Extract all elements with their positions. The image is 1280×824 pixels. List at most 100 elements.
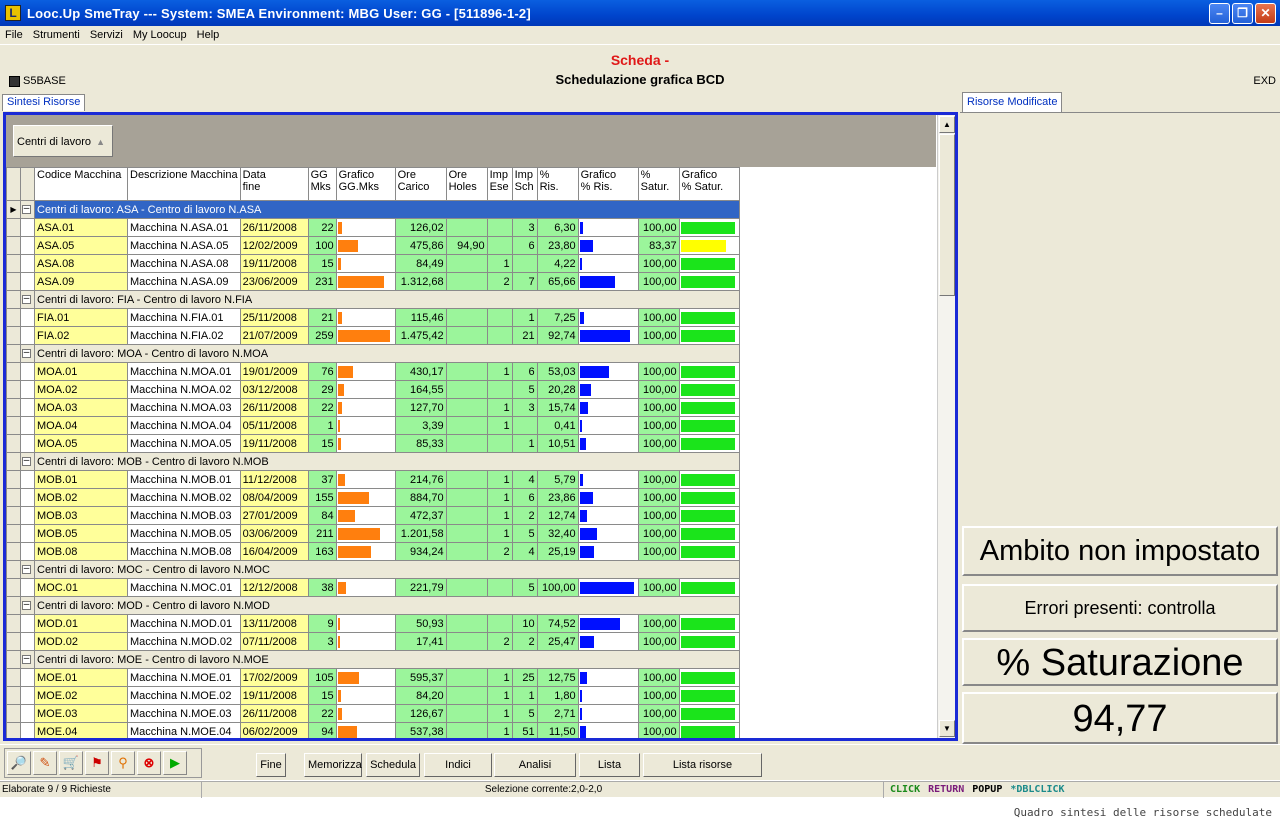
flag-icon[interactable]: ⚑ [85, 751, 109, 775]
lista-risorse-secondarie-button[interactable]: Lista risorse secondarie [643, 753, 762, 793]
group-row[interactable]: ▶ – Centri di lavoro: ASA - Centro di lavo… [6, 200, 740, 219]
column-header[interactable]: Ore Carico [394, 167, 447, 201]
minimize-button[interactable]: – [1209, 3, 1230, 24]
collapse-icon[interactable]: – [22, 654, 31, 665]
row-selector[interactable] [6, 380, 21, 399]
row-selector[interactable] [6, 398, 21, 417]
column-header[interactable]: Grafico GG.Mks [335, 167, 396, 201]
column-header[interactable]: GG Mks [307, 167, 337, 201]
row-selector[interactable] [6, 344, 21, 363]
maximize-button[interactable]: ❐ [1232, 3, 1253, 24]
menu-servizi[interactable]: Servizi [85, 29, 128, 41]
collapse-icon[interactable]: – [22, 204, 31, 215]
group-expander[interactable]: – [20, 200, 35, 219]
row-selector[interactable] [6, 632, 21, 651]
edit-icon[interactable]: ✎ [33, 751, 57, 775]
row-selector[interactable] [6, 218, 21, 237]
cart-icon[interactable]: 🛒 [59, 751, 83, 775]
column-header[interactable]: % Ris. [536, 167, 579, 201]
row-selector[interactable] [6, 704, 21, 723]
table-row[interactable]: MOC.01 Macchina N.MOC.01 12/12/2008 38 221,7… [6, 578, 740, 597]
analisi-memoria-button[interactable]: Analisi memoria [494, 753, 576, 793]
table-row[interactable]: MOA.04 Macchina N.MOA.04 05/11/2008 1 3,39 1 0… [6, 416, 740, 435]
row-selector[interactable] [6, 254, 21, 273]
table-row[interactable]: FIA.01 Macchina N.FIA.01 25/11/2008 21 115,4… [6, 308, 740, 327]
table-row[interactable]: FIA.02 Macchina N.FIA.02 21/07/2009 259 1.47… [6, 326, 740, 345]
errori-box[interactable]: Errori presenti: controlla [962, 584, 1278, 632]
row-selector[interactable]: ▶ [6, 200, 21, 219]
table-row[interactable]: MOE.04 Macchina N.MOE.04 06/02/2009 94 537,3… [6, 722, 740, 738]
table-row[interactable]: MOA.03 Macchina N.MOA.03 26/11/2008 22 127,7… [6, 398, 740, 417]
table-row[interactable]: MOB.03 Macchina N.MOB.03 27/01/2009 84 472,3… [6, 506, 740, 525]
row-selector[interactable] [6, 614, 21, 633]
collapse-icon[interactable]: – [22, 564, 31, 575]
table-row[interactable]: MOE.01 Macchina N.MOE.01 17/02/2009 105 595,… [6, 668, 740, 687]
menu-help[interactable]: Help [192, 29, 225, 41]
column-header[interactable]: Imp Sch [511, 167, 538, 201]
group-row[interactable]: – Centri di lavoro: FIA - Centro di lavor… [6, 290, 740, 309]
column-header[interactable]: Data fine [239, 167, 309, 201]
row-selector[interactable] [6, 560, 21, 579]
row-selector[interactable] [6, 326, 21, 345]
group-row[interactable]: – Centri di lavoro: MOB - Centro di lavor… [6, 452, 740, 471]
table-row[interactable]: MOE.02 Macchina N.MOE.02 19/11/2008 15 84,20… [6, 686, 740, 705]
scroll-down-icon[interactable]: ▼ [939, 720, 955, 737]
tab-sintesi-risorse[interactable]: Sintesi Risorse [2, 94, 86, 111]
close-button[interactable]: ✕ [1255, 3, 1276, 24]
table-row[interactable]: ASA.05 Macchina N.ASA.05 12/02/2009 100 475,… [6, 236, 740, 255]
row-selector[interactable] [6, 434, 21, 453]
row-selector[interactable] [6, 596, 21, 615]
play-icon[interactable]: ▶ [163, 751, 187, 775]
menu-my-loocup[interactable]: My Loocup [128, 29, 192, 41]
menu-file[interactable]: File [0, 29, 28, 41]
group-row[interactable]: – Centri di lavoro: MOD - Centro di lavor… [6, 596, 740, 615]
row-selector[interactable] [6, 686, 21, 705]
fine-button[interactable]: Fine [256, 753, 286, 777]
column-header[interactable]: Ore Holes [445, 167, 488, 201]
row-selector[interactable] [6, 272, 21, 291]
row-selector[interactable] [6, 470, 21, 489]
search-icon[interactable]: ⚲ [111, 751, 135, 775]
row-selector[interactable] [6, 362, 21, 381]
row-selector[interactable] [6, 506, 21, 525]
row-selector[interactable] [6, 236, 21, 255]
row-selector[interactable] [6, 722, 21, 738]
table-row[interactable]: MOE.03 Macchina N.MOE.03 26/11/2008 22 126,6… [6, 704, 740, 723]
schedula-button[interactable]: Schedula [366, 753, 420, 777]
row-selector[interactable] [6, 668, 21, 687]
group-row[interactable]: – Centri di lavoro: MOC - Centro di lavor… [6, 560, 740, 579]
memorizza-button[interactable]: Memorizza [304, 753, 362, 777]
table-row[interactable]: ASA.08 Macchina N.ASA.08 19/11/2008 15 84,49… [6, 254, 740, 273]
row-selector[interactable] [6, 650, 21, 669]
row-selector[interactable] [6, 488, 21, 507]
lista-ordini-button[interactable]: Lista ordini [579, 753, 640, 793]
indici-globali-button[interactable]: Indici globali [424, 753, 492, 793]
row-selector[interactable] [6, 416, 21, 435]
row-selector[interactable] [6, 542, 21, 561]
collapse-icon[interactable]: – [22, 348, 31, 359]
table-row[interactable]: MOD.02 Macchina N.MOD.02 07/11/2008 3 17,41 2… [6, 632, 740, 651]
table-row[interactable]: MOB.08 Macchina N.MOB.08 16/04/2009 163 934,… [6, 542, 740, 561]
tab-risorse-modificate[interactable]: Risorse Modificate [962, 92, 1063, 112]
collapse-icon[interactable]: – [22, 294, 31, 305]
stop-icon[interactable]: ⊗ [137, 751, 161, 775]
table-row[interactable]: MOA.01 Macchina N.MOA.01 19/01/2009 76 430,1… [6, 362, 740, 381]
table-row[interactable]: MOD.01 Macchina N.MOD.01 13/11/2008 9 50,93 1… [6, 614, 740, 633]
column-header[interactable]: Imp Ese [486, 167, 513, 201]
scroll-up-icon[interactable]: ▲ [939, 116, 955, 133]
row-selector[interactable] [6, 524, 21, 543]
row-selector[interactable] [6, 452, 21, 471]
table-row[interactable]: MOB.01 Macchina N.MOB.01 11/12/2008 37 214,7… [6, 470, 740, 489]
column-header[interactable]: Grafico % Satur. [678, 167, 740, 201]
menu-strumenti[interactable]: Strumenti [28, 29, 85, 41]
table-row[interactable]: MOB.02 Macchina N.MOB.02 08/04/2009 155 884,… [6, 488, 740, 507]
group-expander[interactable]: – [20, 560, 35, 579]
group-expander[interactable]: – [20, 650, 35, 669]
collapse-icon[interactable]: – [22, 600, 31, 611]
column-header[interactable]: Descrizione Macchina [127, 167, 241, 201]
group-row[interactable]: – Centri di lavoro: MOE - Centro di lavor… [6, 650, 740, 669]
group-expander[interactable]: – [20, 452, 35, 471]
row-selector[interactable] [6, 290, 21, 309]
group-by-button[interactable]: Centri di lavoro ▲ [13, 125, 113, 157]
row-selector[interactable] [6, 308, 21, 327]
